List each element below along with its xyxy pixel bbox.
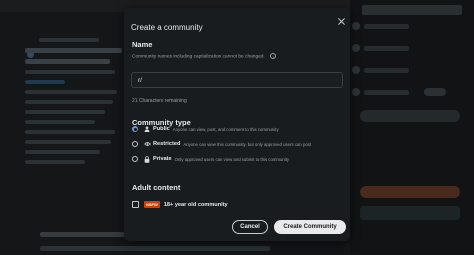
public-description: Anyone can view, post, and comment to th… [172,126,279,132]
restricted-description: Anyone can view this community, but only… [183,141,312,147]
dialog-title: Create a community [131,23,203,32]
restricted-label: Restricted [153,141,181,147]
feed-placeholder [25,38,122,170]
create-community-button[interactable]: Create Community [274,220,346,234]
close-button[interactable] [331,11,351,31]
create-community-dialog: Create a community Name Community names … [124,8,350,241]
person-icon [143,125,151,133]
adult-content-label: Adult content [132,183,181,192]
name-label: Name [132,40,153,49]
adult-checkbox[interactable] [132,201,139,208]
nsfw-badge: NSFW [144,201,160,208]
private-description: Only approved users can view and submit … [174,156,290,162]
community-name-value: r/ [138,76,142,84]
private-label: Private [153,156,172,162]
close-icon [337,12,345,30]
eye-icon [143,140,151,148]
type-option-public[interactable]: Public Anyone can view, post, and commen… [132,124,279,134]
type-option-restricted[interactable]: Restricted Anyone can view this communit… [132,139,311,149]
cancel-button[interactable]: Cancel [232,220,268,234]
name-hint: Community names including capitalization… [132,53,277,60]
public-radio[interactable] [132,126,138,132]
type-option-private[interactable]: Private Only approved users can view and… [132,154,289,164]
community-name-input[interactable]: r/ [131,72,343,88]
adult-checkbox-label: 18+ year old community [163,201,228,208]
name-hint-text: Community names including capitalization… [132,54,265,60]
sidebar-header [362,5,462,15]
public-label: Public [153,126,170,132]
private-radio[interactable] [132,156,138,162]
characters-remaining: 21 Characters remaining [132,98,187,104]
orange-button-placeholder [360,186,460,198]
restricted-radio[interactable] [132,141,138,147]
view-all-placeholder [360,110,460,122]
lock-icon [143,155,151,163]
info-icon[interactable]: i [270,53,277,59]
adult-content-option[interactable]: NSFW 18+ year old community [132,201,228,208]
